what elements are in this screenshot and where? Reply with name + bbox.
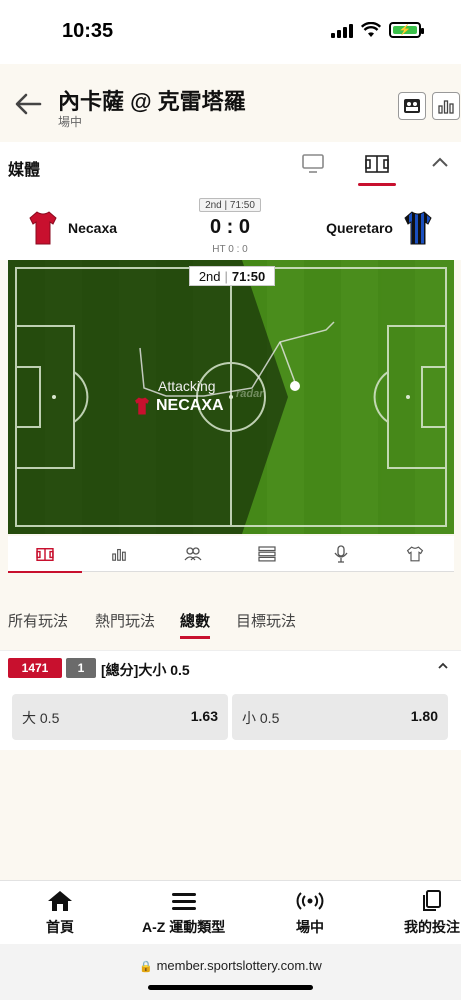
- home-indicator[interactable]: [148, 985, 313, 990]
- chevron-up-icon[interactable]: [431, 156, 449, 168]
- home-team-name: Necaxa: [68, 220, 118, 236]
- attacking-team: NECAXA: [134, 396, 224, 416]
- attacking-team-name: NECAXA: [156, 397, 224, 414]
- pitch-tracker: 2nd | 71:50 Attacking NECAXA radar: [8, 260, 454, 534]
- bar-chart-icon: [112, 548, 126, 561]
- tab-stats[interactable]: [82, 536, 156, 572]
- signal-icon: [331, 22, 353, 38]
- media-label: 媒體: [8, 162, 41, 179]
- bar-chart-icon: [438, 100, 454, 114]
- tabbar-az-label: A-Z 運動類型: [142, 919, 226, 935]
- attacking-jersey-icon: [135, 397, 149, 415]
- home-icon: [48, 891, 72, 911]
- pitch-icon: [36, 547, 54, 561]
- media-bar: 媒體: [0, 142, 461, 190]
- odds-button-under[interactable]: 小 0.5 1.80: [232, 694, 448, 740]
- odds-label: 大 0.5: [22, 710, 60, 726]
- score: 0 : 0: [209, 216, 251, 238]
- lock-icon: 🔒: [139, 961, 153, 973]
- list-icon: [258, 546, 276, 562]
- status-time: 10:35: [62, 20, 114, 42]
- score-panel: 2nd | 71:50 Necaxa 0 : 0 HT 0 : 0 Queret…: [0, 190, 461, 260]
- stat-tabs: [8, 536, 454, 573]
- tab-popular-bets[interactable]: 熱門玩法: [95, 610, 155, 631]
- tab-video[interactable]: [294, 146, 332, 182]
- pitch-icon: [365, 155, 389, 173]
- away-team-name: Queretaro: [326, 220, 393, 236]
- tab-pitch[interactable]: [8, 536, 82, 573]
- home-team: Necaxa: [28, 210, 117, 246]
- pitch-graphic: [8, 260, 454, 534]
- tabbar-home-label: 首頁: [46, 919, 74, 935]
- halftime-score: HT 0 : 0: [212, 244, 248, 255]
- tab-pitch-tracker[interactable]: [358, 146, 396, 186]
- lineup-button[interactable]: [398, 92, 426, 120]
- stats-button[interactable]: [432, 92, 460, 120]
- tab-table[interactable]: [230, 536, 304, 572]
- bet-type-tabs: 所有玩法 熱門玩法 總數 目標玩法: [0, 600, 461, 640]
- url-domain: member.sportslottery.com.tw: [156, 958, 322, 973]
- tab-lineups[interactable]: [156, 536, 230, 572]
- menu-icon: [171, 893, 196, 910]
- odds-value: 1.63: [190, 708, 218, 724]
- pitch-clock-period: 2nd: [198, 268, 221, 284]
- shirt-icon: [406, 546, 424, 562]
- tabbar-live-label: 場中: [296, 919, 324, 935]
- tab-kits[interactable]: [378, 536, 452, 572]
- pitch-clock-time: 71:50: [231, 268, 266, 284]
- tabbar-my-bets-label: 我的投注: [404, 919, 460, 935]
- battery-icon: ⚡: [389, 22, 424, 38]
- pitch-clock: 2nd | 71:50: [189, 266, 275, 286]
- market-name: [總分]大小 0.5: [101, 662, 190, 678]
- url-text: 🔒 member.sportslottery.com.tw: [0, 958, 461, 973]
- microphone-icon: [334, 545, 348, 563]
- attack-label: Attacking: [158, 378, 216, 394]
- tab-commentary[interactable]: [304, 536, 378, 572]
- users-icon: [184, 547, 202, 561]
- tabbar-home[interactable]: 首頁: [46, 889, 74, 937]
- period-pill: 2nd | 71:50: [199, 198, 261, 212]
- tab-goal-bets[interactable]: 目標玩法: [236, 610, 296, 631]
- page-title: 內卡薩 @ 克雷塔羅: [58, 89, 246, 114]
- tab-totals[interactable]: 總數: [180, 610, 211, 639]
- odds-value: 1.80: [410, 708, 438, 724]
- odds-button-over[interactable]: 大 0.5 1.63: [12, 694, 228, 740]
- bottom-tab-bar: 首頁 A-Z 運動類型 場中 我的投注: [0, 880, 461, 944]
- home-jersey-icon: [29, 211, 57, 245]
- pitch-watermark: radar: [236, 388, 264, 400]
- live-broadcast-icon: [296, 892, 324, 910]
- away-team: Queretaro: [326, 210, 433, 246]
- team-icon: [404, 99, 420, 113]
- tabbar-my-bets[interactable]: 我的投注: [404, 889, 460, 937]
- chevron-up-icon[interactable]: [437, 661, 449, 671]
- market-header[interactable]: 1471 1 [總分]大小 0.5: [0, 650, 461, 684]
- market-count-badge: 1: [66, 658, 96, 678]
- market-id-badge: 1471: [8, 658, 62, 678]
- page-subtitle: 場中: [58, 115, 83, 129]
- back-arrow-icon[interactable]: [14, 92, 42, 116]
- odds-label: 小 0.5: [242, 710, 280, 726]
- tabbar-live[interactable]: 場中: [296, 889, 324, 937]
- away-jersey-icon: [404, 211, 432, 245]
- page-header: 內卡薩 @ 克雷塔羅 場中: [0, 64, 461, 142]
- wifi-icon: [361, 22, 381, 37]
- copy-icon: [423, 890, 441, 911]
- browser-url-bar[interactable]: 🔒 member.sportslottery.com.tw: [0, 944, 461, 1000]
- tab-all-bets[interactable]: 所有玩法: [8, 610, 68, 631]
- odds-area: 大 0.5 1.63 小 0.5 1.80: [0, 684, 461, 750]
- monitor-icon: [302, 154, 324, 173]
- tabbar-az-sports[interactable]: A-Z 運動類型: [142, 889, 225, 937]
- status-icons: ⚡: [331, 22, 424, 38]
- status-bar: 10:35 ⚡: [0, 0, 461, 64]
